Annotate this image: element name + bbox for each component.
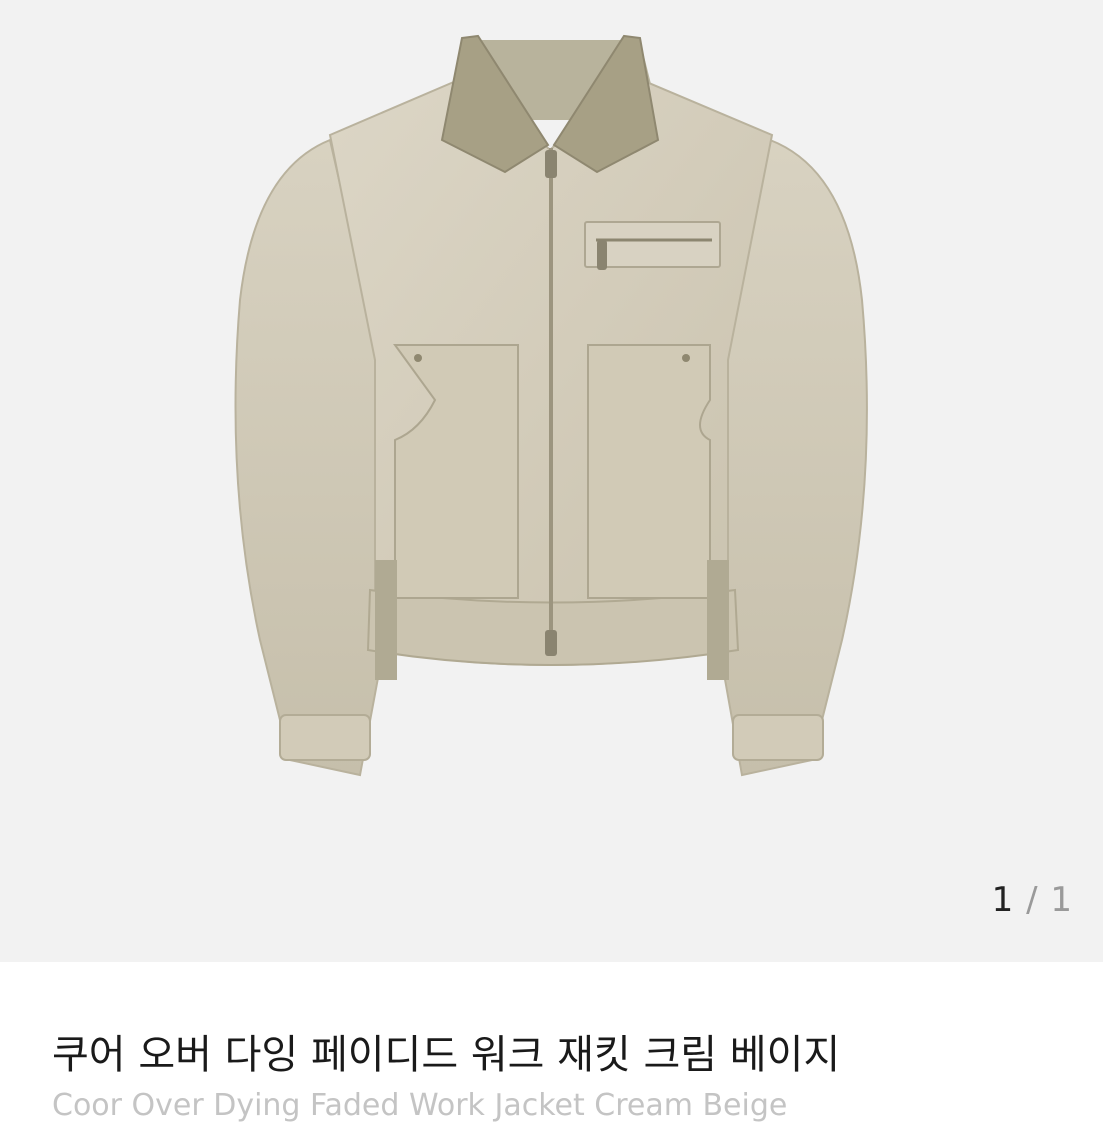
image-page-indicator: 1 / 1 [992, 880, 1073, 920]
product-title-english: Coor Over Dying Faded Work Jacket Cream … [52, 1088, 788, 1123]
side-panel-right [707, 560, 729, 680]
current-page-number: 1 [991, 880, 1015, 920]
side-panel-left [375, 560, 397, 680]
zipper-pull-bottom [545, 630, 557, 656]
product-image[interactable] [0, 0, 1103, 962]
jacket-right-cuff [732, 714, 824, 761]
product-image-gallery[interactable]: 1 / 1 [0, 0, 1103, 962]
total-page-number: 1 [1050, 880, 1073, 920]
right-patch-pocket [587, 344, 711, 599]
product-title-korean: 쿠어 오버 다잉 페이디드 워크 재킷 크림 베이지 [52, 1032, 841, 1078]
page-separator: / [1026, 880, 1039, 920]
jacket-left-cuff [279, 714, 371, 761]
zipper-pull-top [545, 150, 557, 178]
chest-zipper-pull [597, 240, 607, 270]
